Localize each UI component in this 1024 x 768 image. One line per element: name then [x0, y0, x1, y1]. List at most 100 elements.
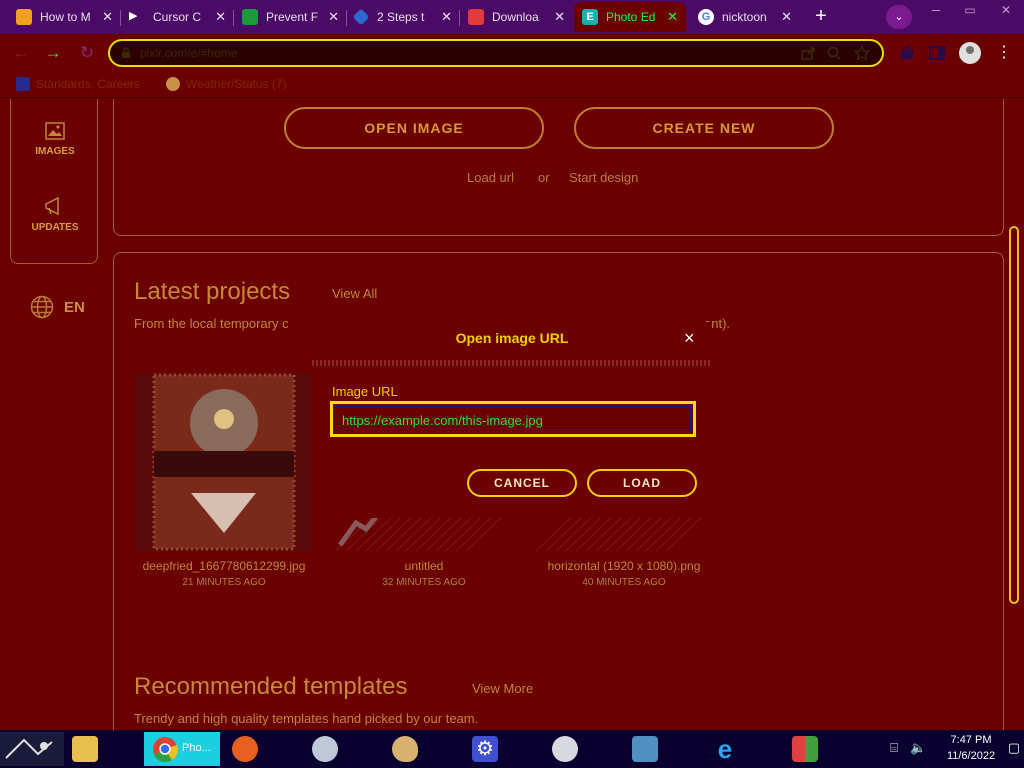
open-image-url-dialog: Open image URL × Image URL https://examp… [312, 322, 712, 518]
tab-download[interactable]: Downloa ✕ [460, 2, 573, 32]
browser-menu-icon[interactable]: ⋮ [996, 42, 1012, 64]
new-tab-button[interactable]: + [808, 5, 834, 29]
side-navigation: IMAGES UPDATES [10, 99, 98, 264]
project-name[interactable]: horizontal (1920 x 1080).png [524, 559, 724, 573]
tab-cursor[interactable]: ▶ Cursor C ✕ [121, 2, 234, 32]
forward-button[interactable]: → [42, 42, 64, 64]
close-tab-icon[interactable]: ✕ [667, 9, 678, 25]
view-all-link[interactable]: View All [332, 286, 377, 301]
close-tab-icon[interactable]: ✕ [554, 9, 565, 25]
side-panel-icon[interactable] [928, 44, 946, 62]
taskbar-internet-explorer[interactable]: e [704, 732, 780, 766]
language-label: EN [64, 298, 85, 316]
start-design-link[interactable]: Start design [569, 170, 638, 185]
create-new-button[interactable]: CREATE NEW [574, 107, 834, 149]
back-button[interactable]: ← [10, 42, 32, 64]
tab-title: How to M [40, 10, 91, 24]
taskbar-chrome-label: Pho... [182, 742, 211, 754]
bookmarks-bar: Standards, Careers Weather/Status (7) [0, 72, 1024, 98]
browser-toolbar: ← → ↻ pixlr.com/e/#home ⋮ [0, 34, 1024, 72]
close-tab-icon[interactable]: ✕ [102, 9, 113, 25]
bookmark-star-icon[interactable] [854, 45, 870, 61]
dialog-divider [312, 360, 712, 366]
templates-subtitle: Trendy and high quality templates hand p… [134, 711, 479, 726]
taskbar-paint[interactable] [384, 732, 460, 766]
taskbar-firefox[interactable] [224, 732, 300, 766]
network-tray-icon[interactable]: ⌸ [886, 740, 902, 756]
taskbar-photos[interactable] [624, 732, 700, 766]
emoji-favicon-icon [16, 9, 32, 25]
project-thumbnail-deepfried[interactable] [136, 373, 312, 551]
address-bar[interactable]: pixlr.com/e/#home [108, 39, 884, 67]
megaphone-icon [45, 196, 59, 216]
taskbar-chrome[interactable]: Pho... [144, 732, 220, 766]
project-preview-image [136, 373, 312, 551]
project-name[interactable]: deepfried_1667780612299.jpg [124, 559, 324, 573]
maximize-button[interactable]: ▭ [952, 0, 988, 22]
page-scrollbar[interactable] [1009, 226, 1019, 604]
photos-icon [632, 736, 658, 762]
zoom-icon[interactable] [826, 45, 842, 61]
close-window-button[interactable]: ✕ [988, 0, 1024, 22]
image-url-field[interactable]: https://example.com/this-image.jpg [330, 401, 696, 437]
load-url-link[interactable]: Load url [467, 170, 514, 185]
folder-icon [72, 736, 98, 762]
extension-icon[interactable] [898, 44, 916, 62]
network-globe-icon [552, 736, 578, 762]
lock-icon [122, 47, 130, 58]
project-time: 32 MINUTES AGO [382, 577, 466, 588]
bookmark-weather[interactable]: Weather/Status (7) [166, 77, 287, 91]
person-favicon-icon [242, 9, 258, 25]
image-url-input[interactable]: https://example.com/this-image.jpg [335, 406, 691, 432]
nav-images[interactable]: IMAGES [11, 122, 99, 157]
bookmark-label: Standards, Careers [36, 77, 141, 91]
nav-images-label: IMAGES [35, 146, 75, 157]
start-button[interactable] [0, 732, 64, 766]
firefox-icon [232, 736, 258, 762]
view-more-link[interactable]: View More [472, 681, 533, 696]
nav-updates[interactable]: UPDATES [11, 196, 99, 233]
taskbar-settings[interactable]: ⚙ [464, 732, 540, 766]
taskbar-snipping-tool[interactable] [304, 732, 380, 766]
paint-palette-icon [392, 736, 418, 762]
globe-icon [30, 295, 54, 319]
tab-title: Cursor C [153, 10, 202, 24]
cancel-button[interactable]: CANCEL [467, 469, 577, 497]
tab-title: Downloa [492, 10, 539, 24]
close-tab-icon[interactable]: ✕ [781, 9, 792, 25]
tab-2-steps[interactable]: 2 Steps t ✕ [347, 2, 460, 32]
taskbar-network-app[interactable] [544, 732, 620, 766]
open-image-button[interactable]: OPEN IMAGE [284, 107, 544, 149]
notifications-icon[interactable]: ▢ [1006, 740, 1022, 756]
bookmark-standards[interactable]: Standards, Careers [16, 77, 140, 91]
bookmark-favicon-icon [16, 77, 30, 91]
minimize-button[interactable]: ─ [918, 0, 954, 22]
taskbar-file-explorer[interactable] [64, 732, 140, 766]
share-icon[interactable] [800, 45, 816, 61]
project-name[interactable]: untitled [324, 559, 524, 573]
tab-prevent[interactable]: Prevent F ✕ [234, 2, 347, 32]
profile-avatar[interactable] [959, 42, 981, 64]
tab-nicktoons[interactable]: G nicktoon ✕ [690, 2, 800, 32]
taskbar-control-panel[interactable] [784, 732, 860, 766]
tab-title: nicktoon [722, 10, 767, 24]
volume-tray-icon[interactable]: 🔈 [910, 740, 926, 756]
close-tab-icon[interactable]: ✕ [328, 9, 339, 25]
tab-search-button[interactable]: ⌄ [886, 5, 912, 29]
store-favicon-icon [468, 9, 484, 25]
bookmark-favicon-icon [166, 77, 180, 91]
url-text: pixlr.com/e/#home [140, 46, 238, 60]
system-clock[interactable]: 7:47 PM 11/6/2022 [938, 732, 1004, 764]
tab-photo-editor[interactable]: E Photo Ed ✕ [574, 2, 686, 32]
close-dialog-icon[interactable]: × [684, 328, 695, 349]
control-panel-icon [792, 736, 818, 762]
close-tab-icon[interactable]: ✕ [441, 9, 452, 25]
reload-button[interactable]: ↻ [76, 42, 98, 64]
tab-title: 2 Steps t [377, 10, 425, 24]
tab-how-to[interactable]: How to M ✕ [8, 2, 121, 32]
clock-time: 7:47 PM [950, 734, 992, 746]
close-tab-icon[interactable]: ✕ [215, 9, 226, 25]
dialog-title: Open image URL [455, 330, 569, 346]
language-selector[interactable]: EN [30, 295, 85, 319]
load-button[interactable]: LOAD [587, 469, 697, 497]
